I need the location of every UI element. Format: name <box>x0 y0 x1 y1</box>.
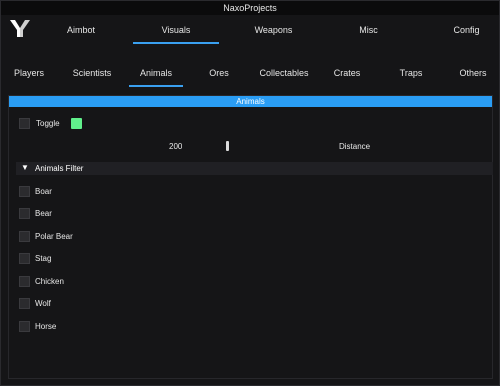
toggle-label: Toggle <box>36 119 60 128</box>
subtab-others[interactable]: Others <box>453 68 493 78</box>
toggle-color-swatch[interactable] <box>71 118 82 129</box>
animals-filter-header[interactable]: ▼ Animals Filter <box>16 162 493 175</box>
subtab-scientists[interactable]: Scientists <box>67 68 117 78</box>
animals-panel: Animals Toggle 200 Distance ▼ Animals Fi… <box>8 95 493 379</box>
filter-label-polar-bear: Polar Bear <box>35 232 73 241</box>
filter-checkbox-stag[interactable] <box>19 253 30 264</box>
tab-aimbot[interactable]: Aimbot <box>56 25 106 35</box>
filter-checkbox-boar[interactable] <box>19 186 30 197</box>
app-window: NaxoProjects Aimbot Visuals Weapons Misc… <box>0 0 500 386</box>
filter-label-horse: Horse <box>35 322 57 331</box>
main-tabs: Aimbot Visuals Weapons Misc Config <box>1 15 499 49</box>
filter-checkbox-horse[interactable] <box>19 321 30 332</box>
subtab-animals[interactable]: Animals <box>129 68 183 87</box>
collapse-arrow-icon: ▼ <box>21 163 29 172</box>
toggle-checkbox[interactable] <box>19 118 30 129</box>
subtab-collectables[interactable]: Collectables <box>253 68 315 78</box>
filter-label-bear: Bear <box>35 209 52 218</box>
tab-visuals[interactable]: Visuals <box>133 25 219 44</box>
filter-label-chicken: Chicken <box>35 277 64 286</box>
distance-label: Distance <box>339 142 371 151</box>
filter-title: Animals Filter <box>35 164 84 173</box>
filter-checkbox-polar-bear[interactable] <box>19 231 30 242</box>
filter-label-boar: Boar <box>35 187 52 196</box>
active-subtab-underline <box>129 85 183 87</box>
distance-slider-handle[interactable] <box>226 141 229 151</box>
subtab-players[interactable]: Players <box>7 68 51 78</box>
tab-config[interactable]: Config <box>444 25 489 35</box>
section-title: Animals <box>9 96 492 107</box>
filter-checkbox-bear[interactable] <box>19 208 30 219</box>
filter-label-wolf: Wolf <box>35 299 51 308</box>
filter-label-stag: Stag <box>35 254 52 263</box>
filter-checkbox-wolf[interactable] <box>19 298 30 309</box>
tab-misc[interactable]: Misc <box>346 25 391 35</box>
active-tab-underline <box>133 42 219 44</box>
sub-tabs: Players Scientists Animals Ores Collecta… <box>1 53 499 87</box>
tab-weapons[interactable]: Weapons <box>246 25 301 35</box>
subtab-ores[interactable]: Ores <box>201 68 237 78</box>
subtab-crates[interactable]: Crates <box>327 68 367 78</box>
subtab-traps[interactable]: Traps <box>391 68 431 78</box>
distance-value: 200 <box>169 142 183 151</box>
window-title: NaxoProjects <box>1 1 499 15</box>
filter-checkbox-chicken[interactable] <box>19 276 30 287</box>
